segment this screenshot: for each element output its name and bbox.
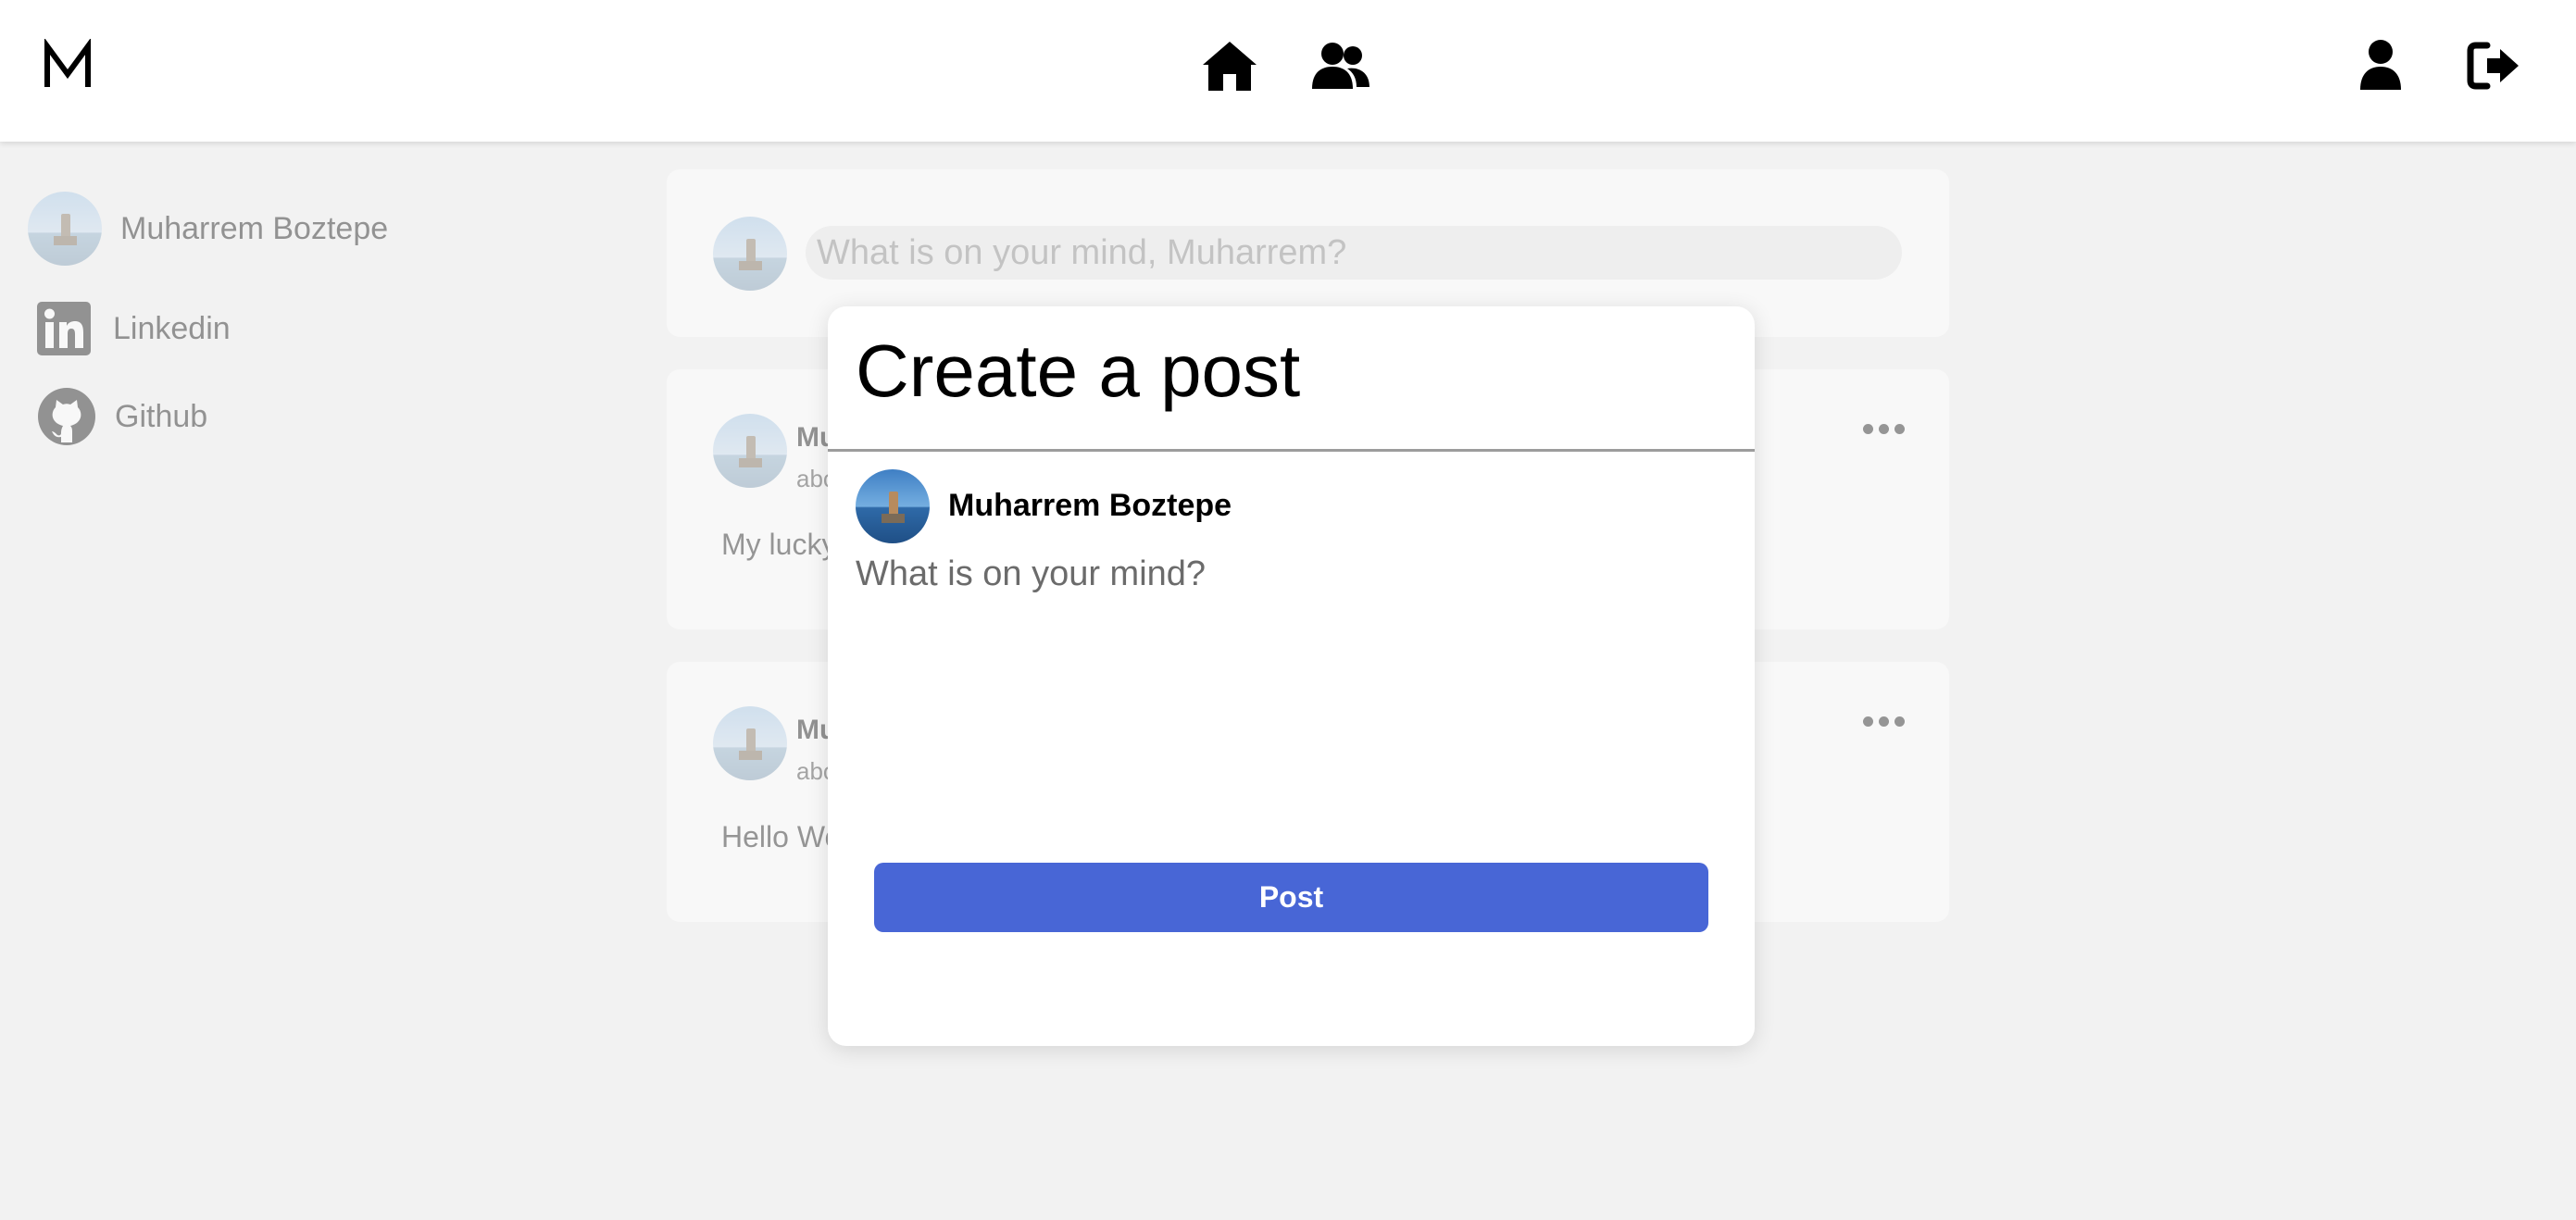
modal-divider <box>828 449 1755 452</box>
sidebar-item-profile[interactable]: Muharrem Boztepe <box>28 192 388 266</box>
top-navbar <box>0 0 2576 142</box>
avatar <box>713 706 787 780</box>
friends-icon[interactable] <box>1310 41 1371 91</box>
post-button[interactable]: Post <box>874 863 1708 932</box>
sidebar-item-github[interactable]: Github <box>37 387 207 446</box>
post-content-textarea[interactable] <box>856 554 1726 758</box>
linkedin-icon <box>37 302 91 355</box>
sidebar-item-label: Linkedin <box>113 310 231 346</box>
sidebar-item-label: Github <box>115 398 208 434</box>
logout-icon[interactable] <box>2467 42 2520 90</box>
sidebar-item-linkedin[interactable]: Linkedin <box>37 302 231 355</box>
avatar <box>856 469 930 543</box>
more-options-icon[interactable] <box>1863 716 1905 727</box>
home-icon[interactable] <box>1201 39 1258 93</box>
avatar <box>28 192 102 266</box>
github-icon <box>38 388 95 445</box>
post-text: Hello Wo <box>721 820 842 853</box>
avatar <box>713 414 787 488</box>
post-text: My lucky <box>721 528 837 561</box>
modal-author-name: Muharrem Boztepe <box>948 488 1232 523</box>
composer-input[interactable]: What is on your mind, Muharrem? <box>806 226 1902 280</box>
sidebar-item-label: Muharrem Boztepe <box>120 210 389 246</box>
profile-icon[interactable] <box>2359 39 2402 91</box>
more-options-icon[interactable] <box>1863 424 1905 434</box>
m-logo-icon[interactable] <box>43 39 93 93</box>
create-post-modal: Create a post Muharrem Boztepe Post <box>828 306 1755 1046</box>
modal-title: Create a post <box>856 330 1301 412</box>
avatar <box>713 217 787 291</box>
